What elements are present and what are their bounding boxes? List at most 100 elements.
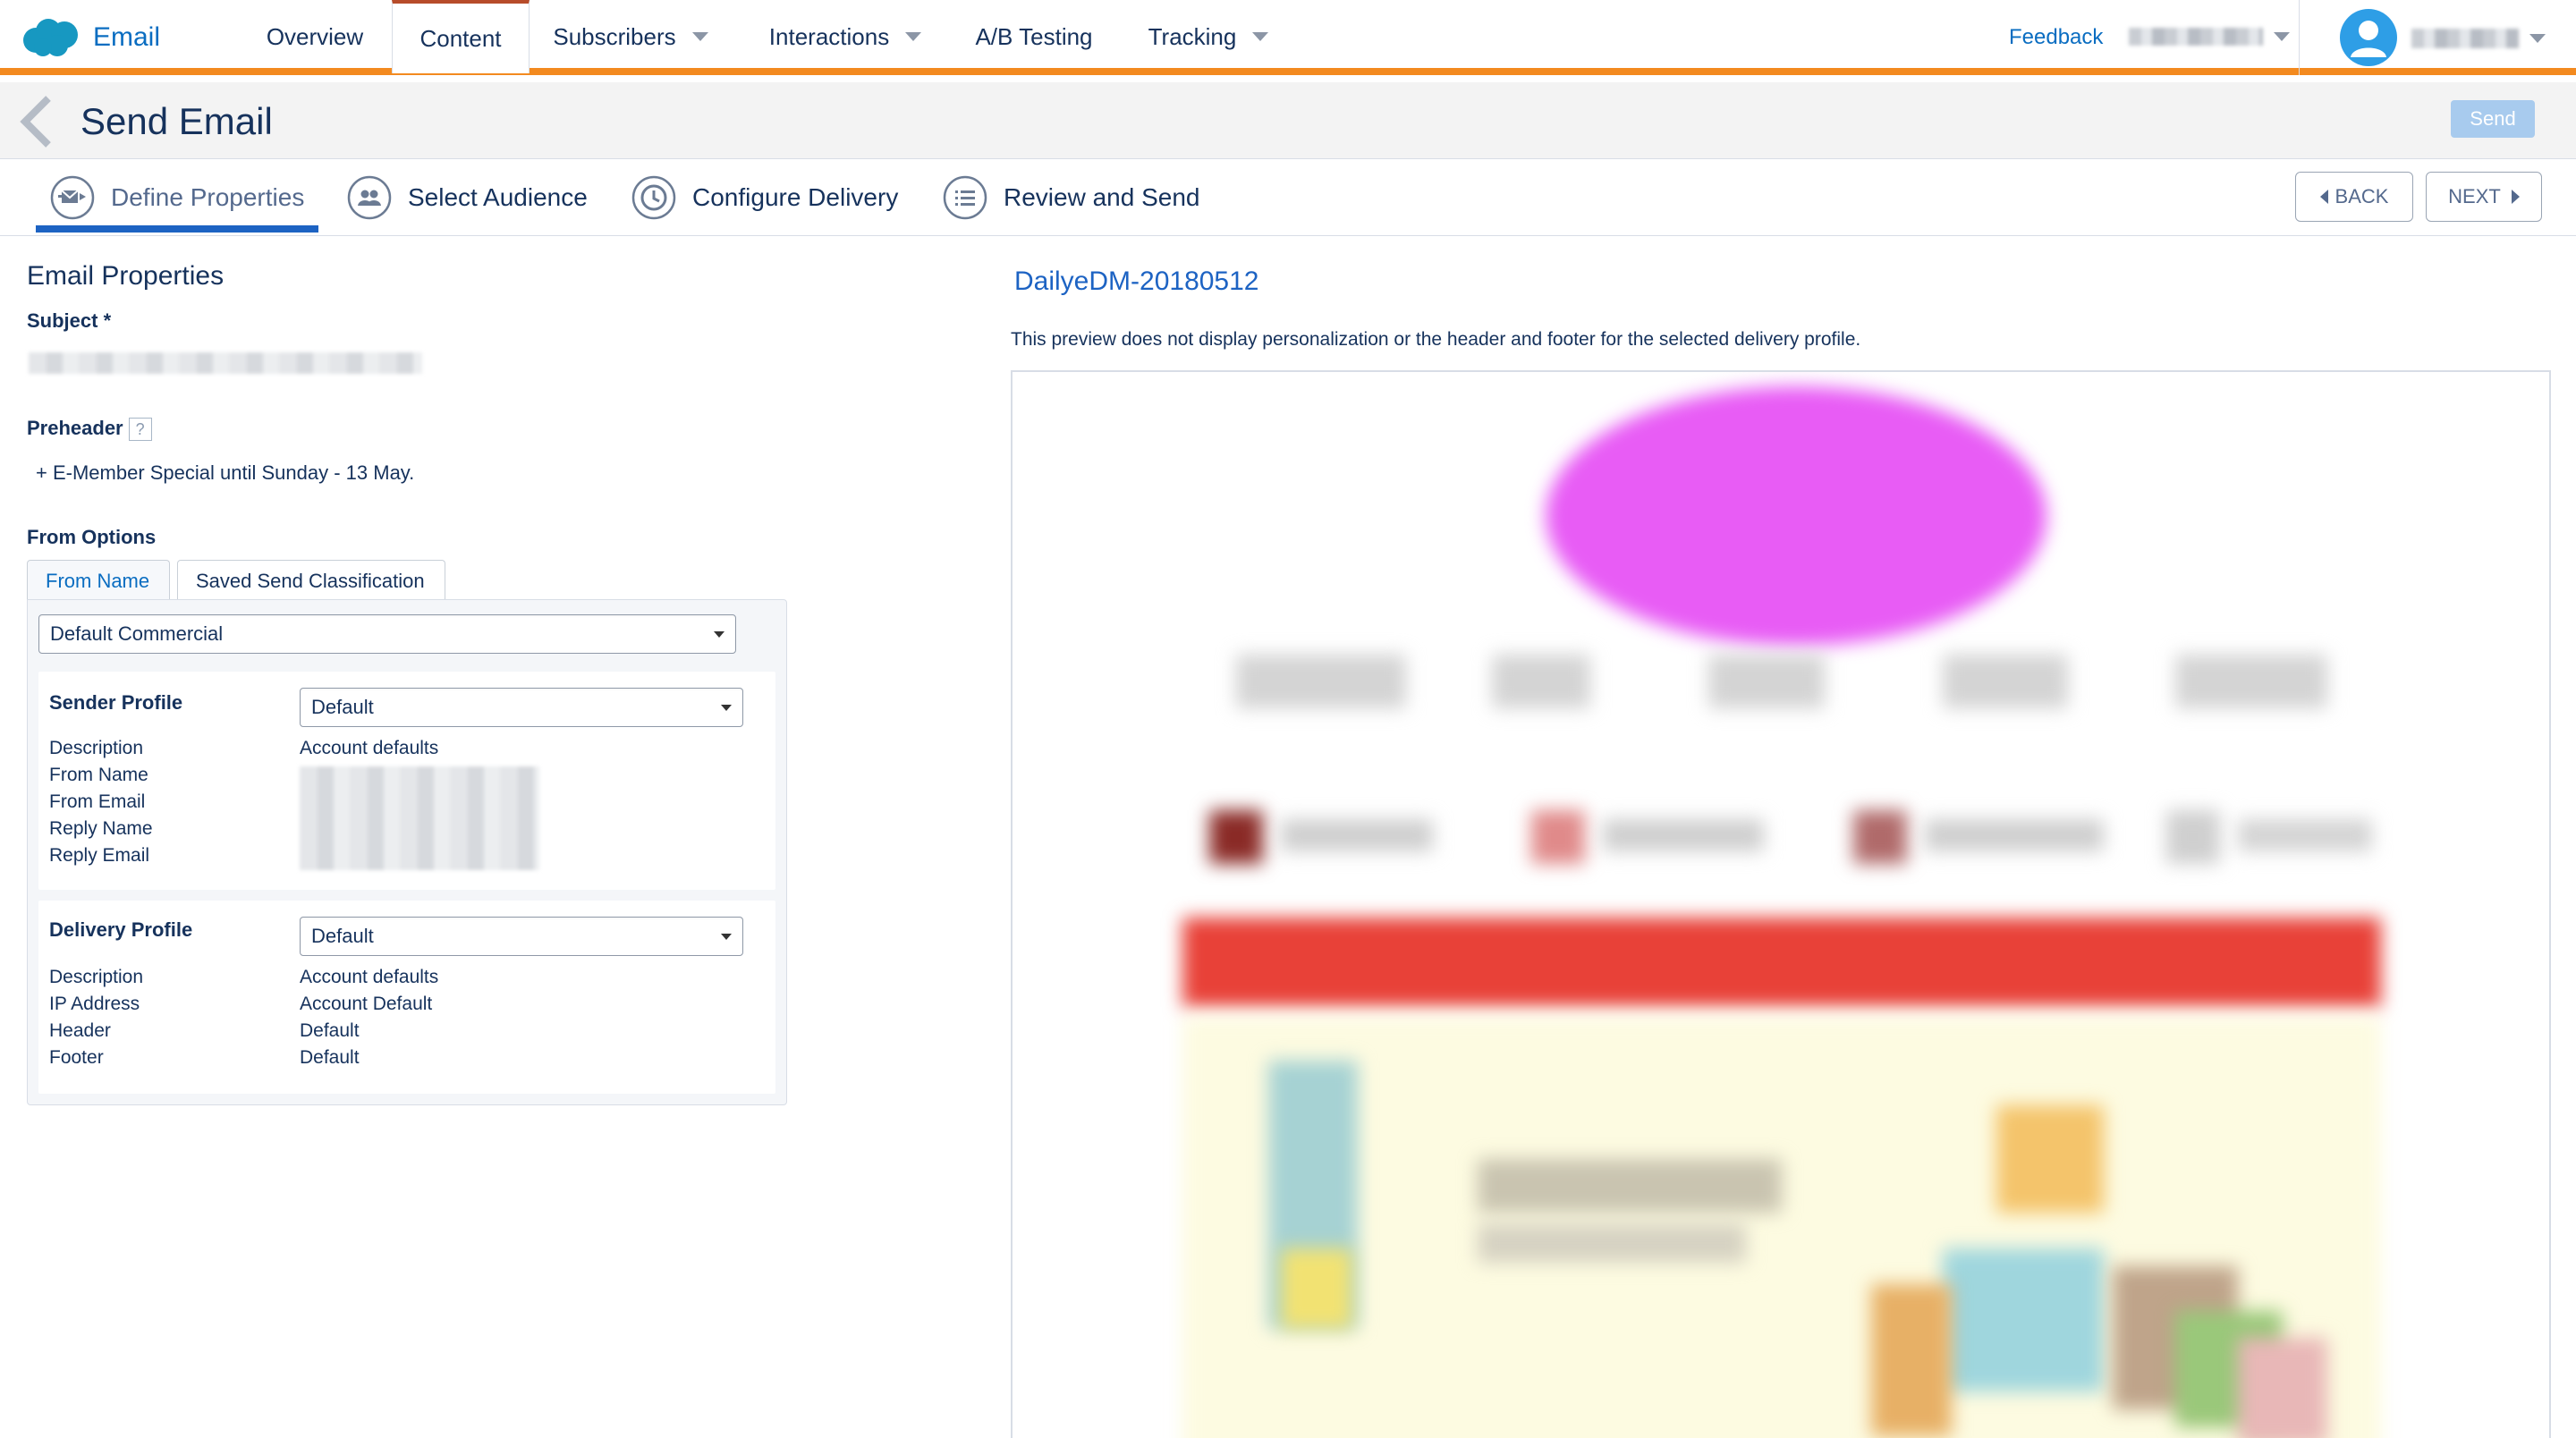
preview-note: This preview does not display personaliz… (1011, 329, 1861, 350)
nav-tab-subscribers[interactable]: Subscribers (537, 0, 724, 73)
preview-text (2238, 819, 2372, 851)
caret-down-icon (721, 705, 732, 711)
email-name-title: DailyeDM-20180512 (1014, 266, 1259, 296)
delivery-description-key: Description (49, 967, 144, 987)
redacted-subject-value (29, 352, 422, 374)
step-label: Define Properties (111, 183, 305, 211)
nav-tab-label: Overview (266, 22, 364, 50)
delivery-header-value: Default (300, 1020, 360, 1041)
step-configure-delivery[interactable]: Configure Delivery (631, 173, 898, 222)
delivery-profile-value: Default (311, 925, 374, 947)
sender-profile-value: Default (311, 696, 374, 718)
nav-tab-content[interactable]: Content (392, 0, 530, 73)
caret-left-icon (2319, 190, 2328, 204)
next-button[interactable]: NEXT (2426, 172, 2542, 222)
preview-icon (1531, 810, 1585, 864)
preview-icon (2166, 810, 2220, 864)
preheader-value: + E-Member Special until Sunday - 13 May… (36, 461, 415, 484)
step-label: Configure Delivery (692, 183, 899, 211)
brand[interactable]: Email (20, 16, 160, 59)
preview-headline (1478, 1159, 1782, 1213)
preview-text (1603, 819, 1764, 851)
preview-logo-image (1546, 386, 2046, 646)
sender-description-key: Description (49, 738, 144, 758)
clock-icon (631, 175, 676, 220)
preview-icon (1853, 810, 1907, 864)
email-preview (1011, 370, 2551, 1438)
delivery-footer-key: Footer (49, 1047, 104, 1068)
preheader-label-text: Preheader (27, 417, 123, 439)
preview-product-image (1871, 1284, 1952, 1436)
list-icon (943, 175, 987, 220)
delivery-ip-address-value: Account Default (300, 994, 433, 1014)
preview-nav-item (2175, 655, 2327, 708)
audience-icon (347, 175, 392, 220)
sender-profile-select[interactable]: Default (300, 688, 743, 727)
nav-tab-label: Interactions (768, 22, 890, 50)
nav-tab-label: A/B Testing (975, 22, 1093, 50)
preview-nav-item (1492, 655, 1590, 708)
caret-down-icon (721, 934, 732, 940)
nav-tab-label: Subscribers (553, 22, 676, 50)
help-icon[interactable]: ? (128, 418, 152, 442)
nav-divider (2299, 0, 2300, 75)
redacted-user-name (2411, 29, 2519, 48)
from-options-label: From Options (27, 526, 157, 548)
user-avatar-icon[interactable] (2340, 9, 2397, 66)
feedback-link[interactable]: Feedback (2009, 25, 2103, 50)
preview-product-image (1943, 1248, 2104, 1391)
sender-description-value: Account defaults (300, 738, 439, 758)
preview-headline (1478, 1223, 1746, 1263)
caret-right-icon (2511, 190, 2520, 204)
email-properties-title: Email Properties (27, 261, 225, 291)
nav-tab-tracking[interactable]: Tracking (1132, 0, 1284, 73)
nav-tab-label: Tracking (1148, 22, 1237, 50)
send-classification-value: Default Commercial (50, 622, 224, 645)
page-title: Send Email (80, 100, 273, 142)
next-button-label: NEXT (2448, 185, 2501, 207)
sender-from-name-key: From Name (49, 765, 148, 785)
tab-saved-send-classification[interactable]: Saved Send Classification (177, 560, 445, 601)
salesforce-cloud-icon (23, 19, 78, 56)
tab-from-name[interactable]: From Name (27, 560, 170, 601)
caret-down-icon (905, 32, 922, 41)
caret-down-icon (714, 631, 724, 638)
preview-nav-item (1708, 655, 1825, 708)
envelope-send-icon (50, 175, 95, 220)
from-options-panel: Default Commercial Sender Profile Defaul… (27, 599, 787, 1105)
subject-label: Subject * (27, 309, 112, 332)
sender-profile-card: Sender Profile Default Description Accou… (38, 672, 775, 890)
preview-text (1925, 819, 2104, 851)
preview-product-image (1281, 1248, 1352, 1329)
delivery-profile-select[interactable]: Default (300, 917, 743, 956)
org-switcher[interactable] (2129, 25, 2290, 48)
nav-tab-interactions[interactable]: Interactions (751, 0, 939, 73)
sender-from-email-key: From Email (49, 791, 146, 812)
step-define-properties[interactable]: Define Properties (50, 173, 304, 222)
title-bar: Send Email Send (0, 82, 2576, 159)
send-button[interactable]: Send (2451, 100, 2535, 138)
redacted-sender-details (300, 766, 539, 870)
step-label: Select Audience (408, 183, 588, 211)
nav-tab-overview[interactable]: Overview (243, 0, 386, 73)
preview-banner (1182, 918, 2381, 1007)
preview-product-image (1996, 1105, 2104, 1213)
back-button[interactable]: BACK (2295, 172, 2413, 222)
send-classification-select[interactable]: Default Commercial (38, 614, 736, 654)
sender-reply-email-key: Reply Email (49, 845, 150, 866)
back-chevron-icon[interactable] (18, 95, 57, 148)
nav-tab-ab-testing[interactable]: A/B Testing (959, 0, 1109, 73)
step-review-and-send[interactable]: Review and Send (943, 173, 1199, 222)
delivery-footer-value: Default (300, 1047, 360, 1068)
preview-icon (1209, 810, 1263, 864)
preheader-label: Preheader? (27, 417, 152, 442)
preview-product-image (2238, 1338, 2327, 1438)
preview-text (1281, 819, 1433, 851)
step-select-audience[interactable]: Select Audience (347, 173, 588, 222)
user-menu[interactable] (2411, 27, 2546, 50)
redacted-org-name (2129, 28, 2263, 46)
delivery-profile-label: Delivery Profile (49, 918, 193, 941)
sender-profile-label: Sender Profile (49, 691, 183, 714)
nav-tab-label: Content (419, 24, 502, 52)
delivery-header-key: Header (49, 1020, 111, 1041)
